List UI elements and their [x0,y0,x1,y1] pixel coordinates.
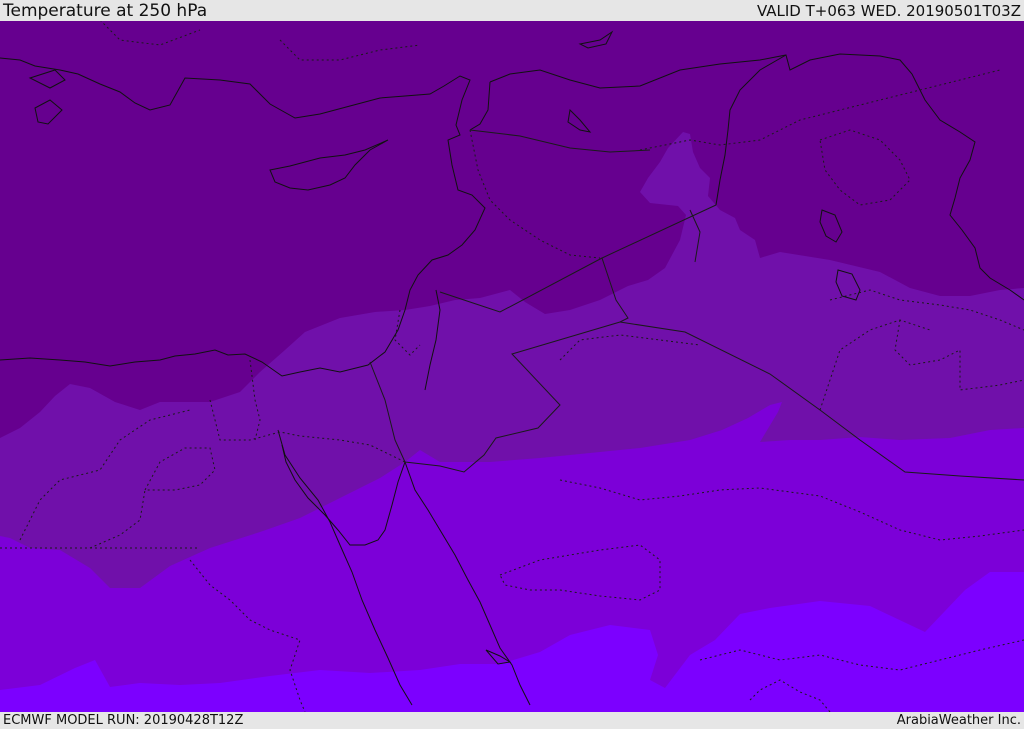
credit-label: ArabiaWeather Inc. [896,713,1021,728]
valid-time: VALID T+063 WED. 20190501T03Z [756,2,1021,20]
map-footer: ECMWF MODEL RUN: 20190428T12Z ArabiaWeat… [0,712,1024,729]
weather-map[interactable] [0,21,1024,712]
map-header: Temperature at 250 hPa VALID T+063 WED. … [0,0,1024,21]
map-canvas [0,21,1024,712]
model-run-label: ECMWF MODEL RUN: 20190428T12Z [3,713,244,728]
map-title: Temperature at 250 hPa [3,1,208,21]
